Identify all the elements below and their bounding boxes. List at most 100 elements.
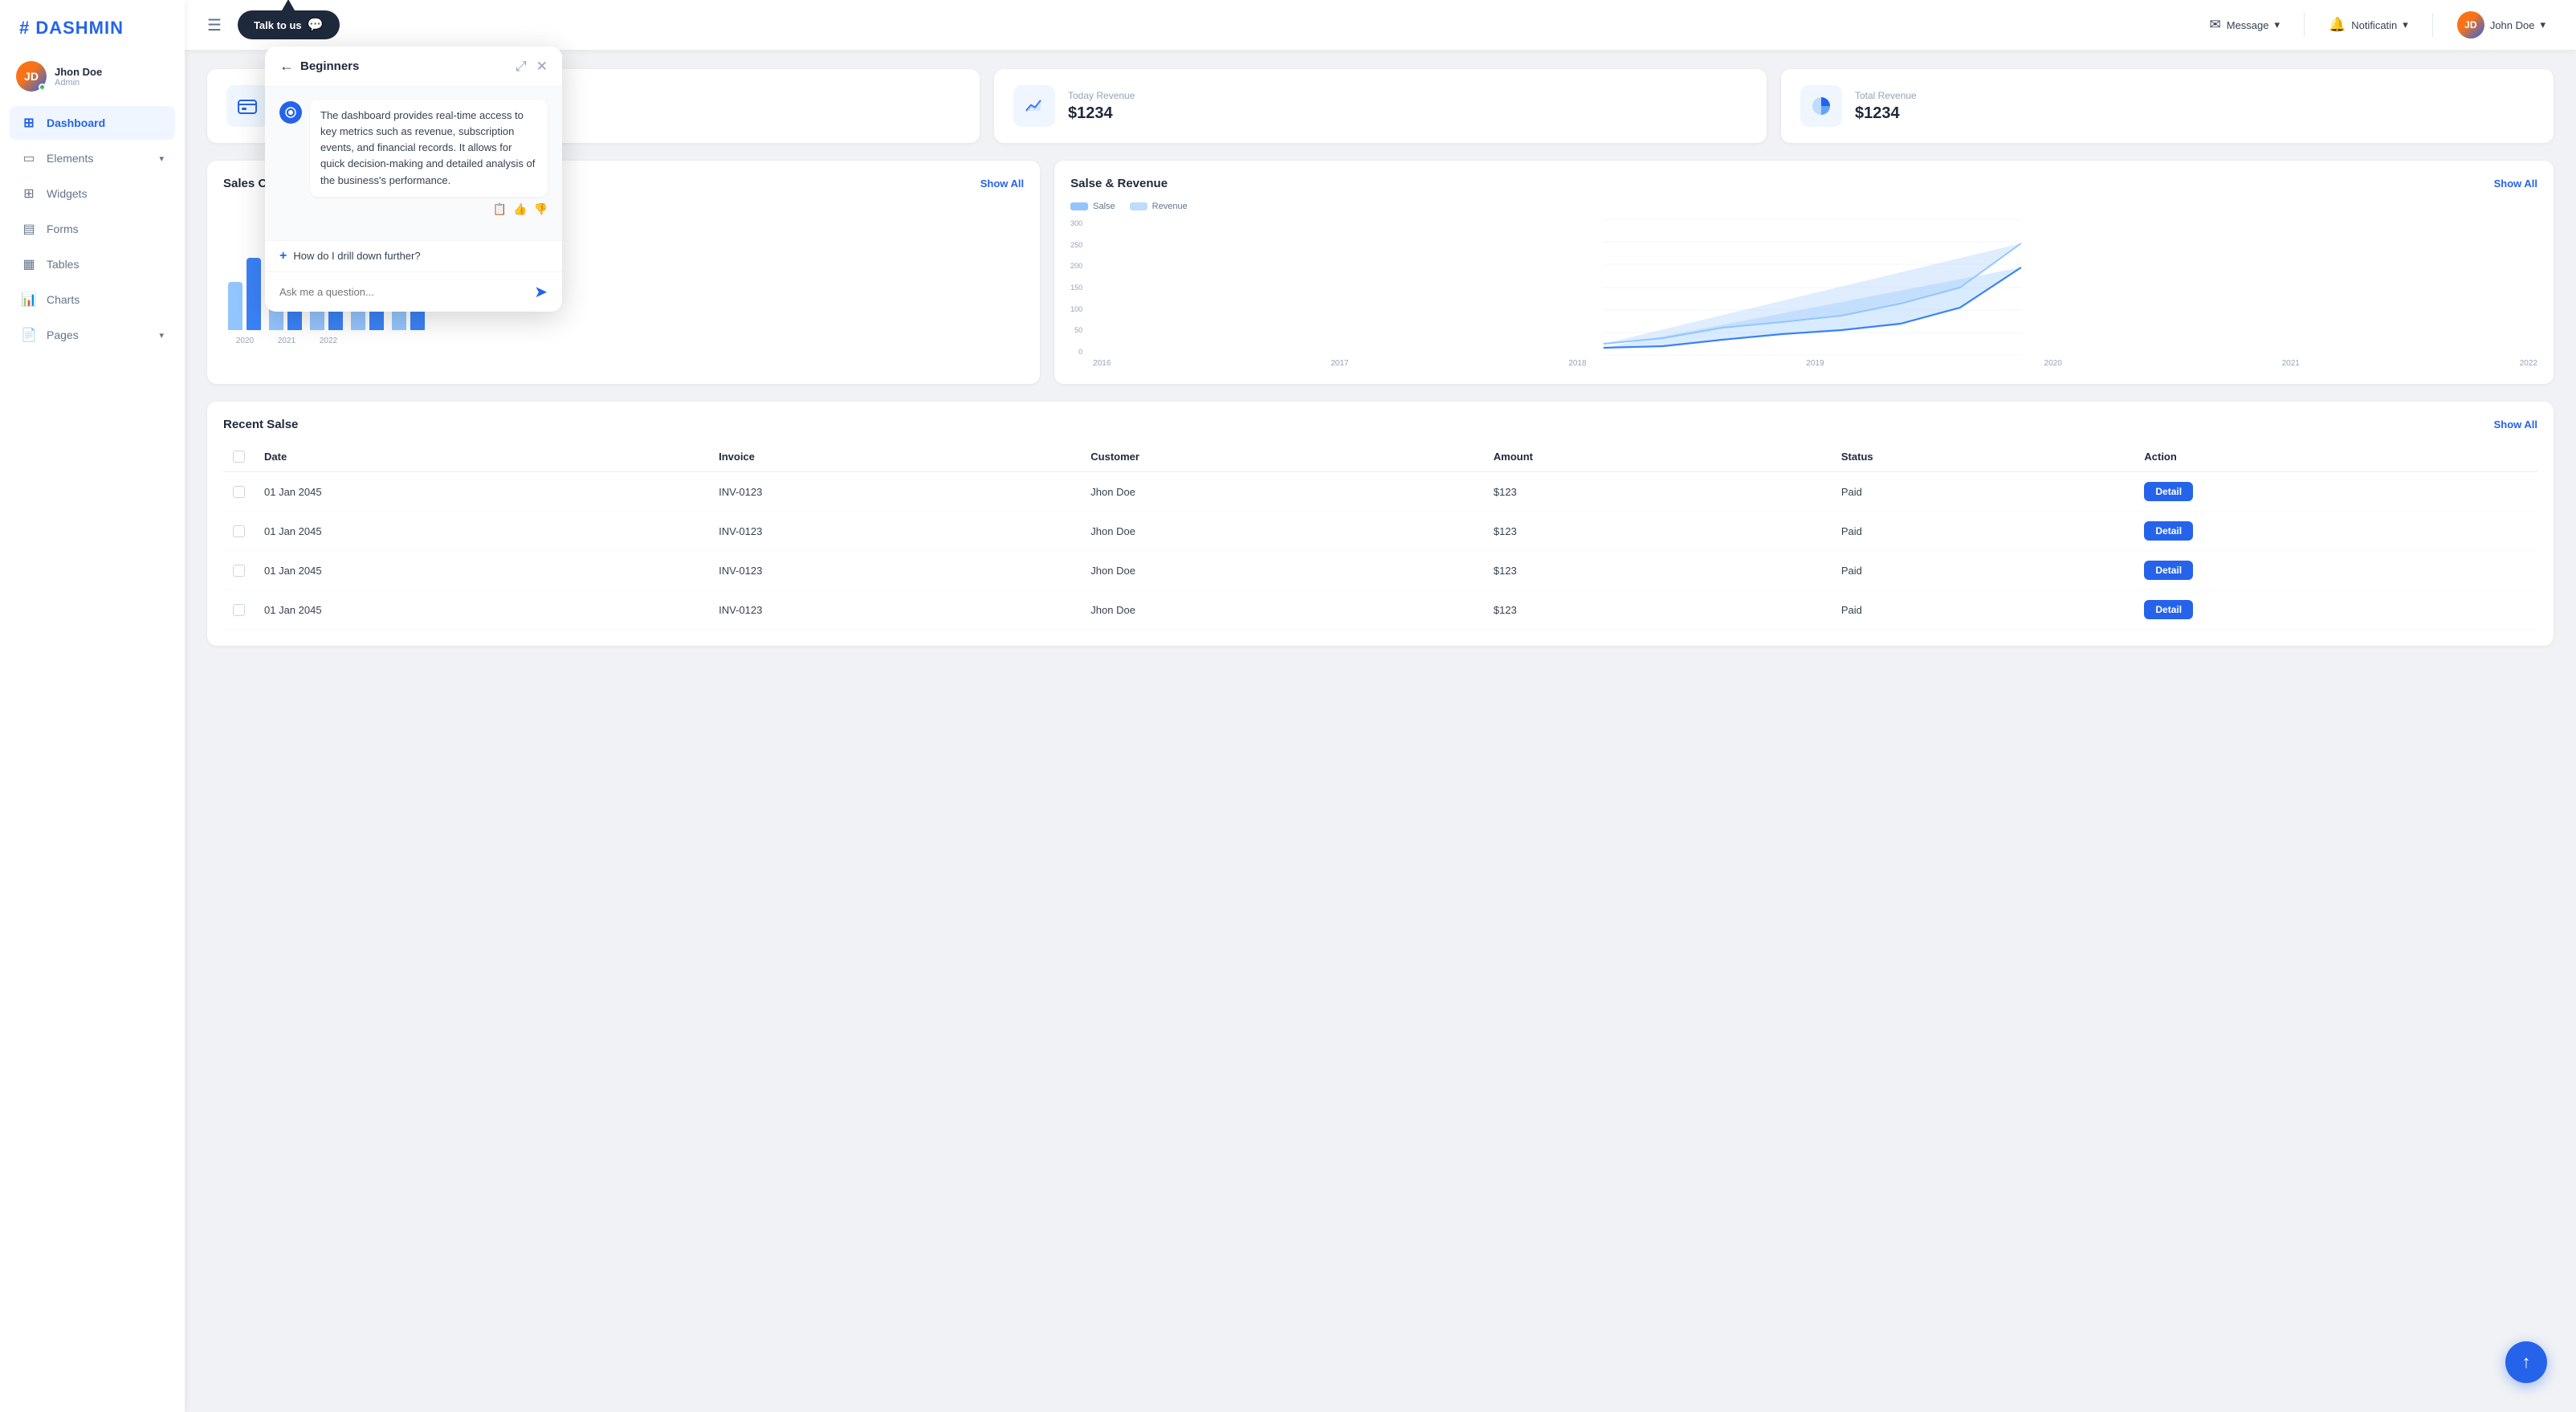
talk-btn-label: Talk to us bbox=[254, 19, 302, 31]
table-show-all[interactable]: Show All bbox=[2494, 418, 2537, 431]
cell-action: Detail bbox=[2134, 471, 2537, 512]
col-invoice: Invoice bbox=[709, 443, 1081, 471]
chat-message: The dashboard provides real-time access … bbox=[279, 100, 548, 216]
cell-status: Paid bbox=[1832, 551, 2134, 590]
cell-amount: $123 bbox=[1484, 471, 1832, 512]
row-checkbox[interactable] bbox=[233, 486, 245, 498]
sidebar-item-dashboard[interactable]: ⊞ Dashboard bbox=[10, 106, 175, 140]
table-title: Recent Salse bbox=[223, 418, 298, 431]
forms-icon: ▤ bbox=[21, 221, 37, 237]
close-icon[interactable]: ✕ bbox=[536, 59, 548, 75]
sales-table: Date Invoice Customer Amount Status Acti… bbox=[223, 443, 2537, 630]
sidebar-item-label: Widgets bbox=[47, 187, 88, 200]
sidebar-item-widgets[interactable]: ⊞ Widgets bbox=[10, 177, 175, 210]
cell-customer: Jhon Doe bbox=[1081, 551, 1484, 590]
sidebar-user-info: Jhon Doe Admin bbox=[55, 66, 102, 88]
stat-value: $1234 bbox=[1855, 104, 1917, 123]
table-row: 01 Jan 2045 INV-0123 Jhon Doe $123 Paid … bbox=[223, 551, 2537, 590]
chat-back-button[interactable]: ← bbox=[279, 58, 294, 75]
legend-dot-revenue bbox=[1130, 202, 1147, 210]
row-checkbox[interactable] bbox=[233, 565, 245, 577]
table-header: Recent Salse Show All bbox=[223, 418, 2537, 431]
chat-msg-actions: 📋 👍 👎 bbox=[310, 202, 548, 216]
dashboard-icon: ⊞ bbox=[21, 115, 37, 131]
sidebar-nav: ⊞ Dashboard ▭ Elements ▾ ⊞ Widgets ▤ For… bbox=[0, 106, 185, 1412]
header: ☰ Talk to us 💬 ✉ Message ▾ 🔔 Notificatin… bbox=[185, 0, 2576, 50]
row-checkbox[interactable] bbox=[233, 525, 245, 537]
bar-chart-show-all[interactable]: Show All bbox=[980, 178, 1024, 190]
chevron-down-icon: ▾ bbox=[159, 153, 164, 164]
col-date: Date bbox=[255, 443, 709, 471]
sidebar-item-forms[interactable]: ▤ Forms bbox=[10, 212, 175, 246]
app-logo: # DASHMIN bbox=[0, 0, 185, 53]
cell-invoice: INV-0123 bbox=[709, 471, 1081, 512]
sidebar-item-elements[interactable]: ▭ Elements ▾ bbox=[10, 141, 175, 175]
sidebar-item-label: Dashboard bbox=[47, 116, 105, 129]
stat-label: Total Revenue bbox=[1855, 90, 1917, 101]
bar bbox=[247, 258, 261, 330]
detail-button[interactable]: Detail bbox=[2144, 561, 2193, 580]
line-chart-container: 300 250 200 150 100 50 0 bbox=[1070, 219, 2537, 368]
cell-customer: Jhon Doe bbox=[1081, 471, 1484, 512]
user-action[interactable]: JD John Doe ▾ bbox=[2449, 6, 2554, 43]
user-label: John Doe bbox=[2490, 19, 2535, 31]
avatar: JD bbox=[16, 61, 47, 92]
sidebar-item-charts[interactable]: 📊 Charts bbox=[10, 283, 175, 316]
cell-date: 01 Jan 2045 bbox=[255, 590, 709, 630]
line-chart-title: Salse & Revenue bbox=[1070, 177, 1168, 190]
legend-label-sales: Salse bbox=[1093, 202, 1115, 211]
detail-button[interactable]: Detail bbox=[2144, 521, 2193, 541]
plus-icon: + bbox=[279, 249, 287, 263]
header-avatar: JD bbox=[2457, 11, 2484, 39]
online-dot bbox=[39, 84, 46, 91]
thumbs-up-icon[interactable]: 👍 bbox=[513, 202, 527, 216]
talk-to-us-button[interactable]: Talk to us 💬 bbox=[238, 10, 340, 39]
cell-action: Detail bbox=[2134, 512, 2537, 551]
row-checkbox[interactable] bbox=[233, 604, 245, 616]
chat-header-actions: ⤢ ✕ bbox=[516, 59, 548, 75]
row-checkbox-cell bbox=[223, 512, 255, 551]
notification-label: Notificatin bbox=[2351, 19, 2397, 31]
cell-date: 01 Jan 2045 bbox=[255, 512, 709, 551]
message-action[interactable]: ✉ Message ▾ bbox=[2202, 12, 2289, 38]
bar bbox=[228, 282, 243, 330]
thumbs-down-icon[interactable]: 👎 bbox=[534, 202, 548, 216]
detail-button[interactable]: Detail bbox=[2144, 600, 2193, 619]
bar-group-1 bbox=[228, 258, 261, 330]
fab-scroll-top[interactable]: ↑ bbox=[2505, 1341, 2547, 1383]
col-action: Action bbox=[2134, 443, 2537, 471]
header-divider-2 bbox=[2432, 13, 2433, 37]
cell-customer: Jhon Doe bbox=[1081, 512, 1484, 551]
line-chart-show-all[interactable]: Show All bbox=[2494, 178, 2537, 190]
chevron-down-icon: ▾ bbox=[159, 330, 164, 341]
expand-icon[interactable]: ⤢ bbox=[516, 59, 527, 75]
sidebar: # DASHMIN JD Jhon Doe Admin ⊞ Dashboard … bbox=[0, 0, 185, 1412]
row-checkbox-cell bbox=[223, 551, 255, 590]
sidebar-item-label: Pages bbox=[47, 329, 79, 341]
bell-icon: 🔔 bbox=[2329, 17, 2346, 33]
legend-sales: Salse bbox=[1070, 202, 1115, 211]
table-row: 01 Jan 2045 INV-0123 Jhon Doe $123 Paid … bbox=[223, 590, 2537, 630]
notification-action[interactable]: 🔔 Notificatin ▾ bbox=[2321, 12, 2416, 38]
chat-input[interactable] bbox=[279, 283, 528, 301]
total-revenue-icon bbox=[1800, 85, 1842, 127]
sidebar-item-pages[interactable]: 📄 Pages ▾ bbox=[10, 318, 175, 352]
sidebar-item-tables[interactable]: ▦ Tables bbox=[10, 247, 175, 281]
detail-button[interactable]: Detail bbox=[2144, 482, 2193, 501]
widgets-icon: ⊞ bbox=[21, 186, 37, 202]
stat-info-today-revenue: Today Revenue $1234 bbox=[1068, 90, 1135, 123]
sidebar-user-role: Admin bbox=[55, 78, 102, 88]
select-all-checkbox[interactable] bbox=[233, 451, 245, 463]
chat-suggestion[interactable]: + How do I drill down further? bbox=[265, 240, 562, 271]
xlabel: 2018 bbox=[1568, 359, 1586, 368]
table-tbody: 01 Jan 2045 INV-0123 Jhon Doe $123 Paid … bbox=[223, 471, 2537, 630]
hamburger-icon[interactable]: ☰ bbox=[207, 15, 222, 35]
cell-action: Detail bbox=[2134, 590, 2537, 630]
sidebar-item-label: Charts bbox=[47, 293, 79, 306]
send-icon[interactable]: ➤ bbox=[534, 282, 548, 302]
copy-icon[interactable]: 📋 bbox=[493, 202, 507, 216]
chevron-down-icon: ▾ bbox=[2275, 18, 2280, 31]
table-header-row: Date Invoice Customer Amount Status Acti… bbox=[223, 443, 2537, 471]
stat-value: $1234 bbox=[1068, 104, 1135, 123]
stat-info-total-revenue: Total Revenue $1234 bbox=[1855, 90, 1917, 123]
